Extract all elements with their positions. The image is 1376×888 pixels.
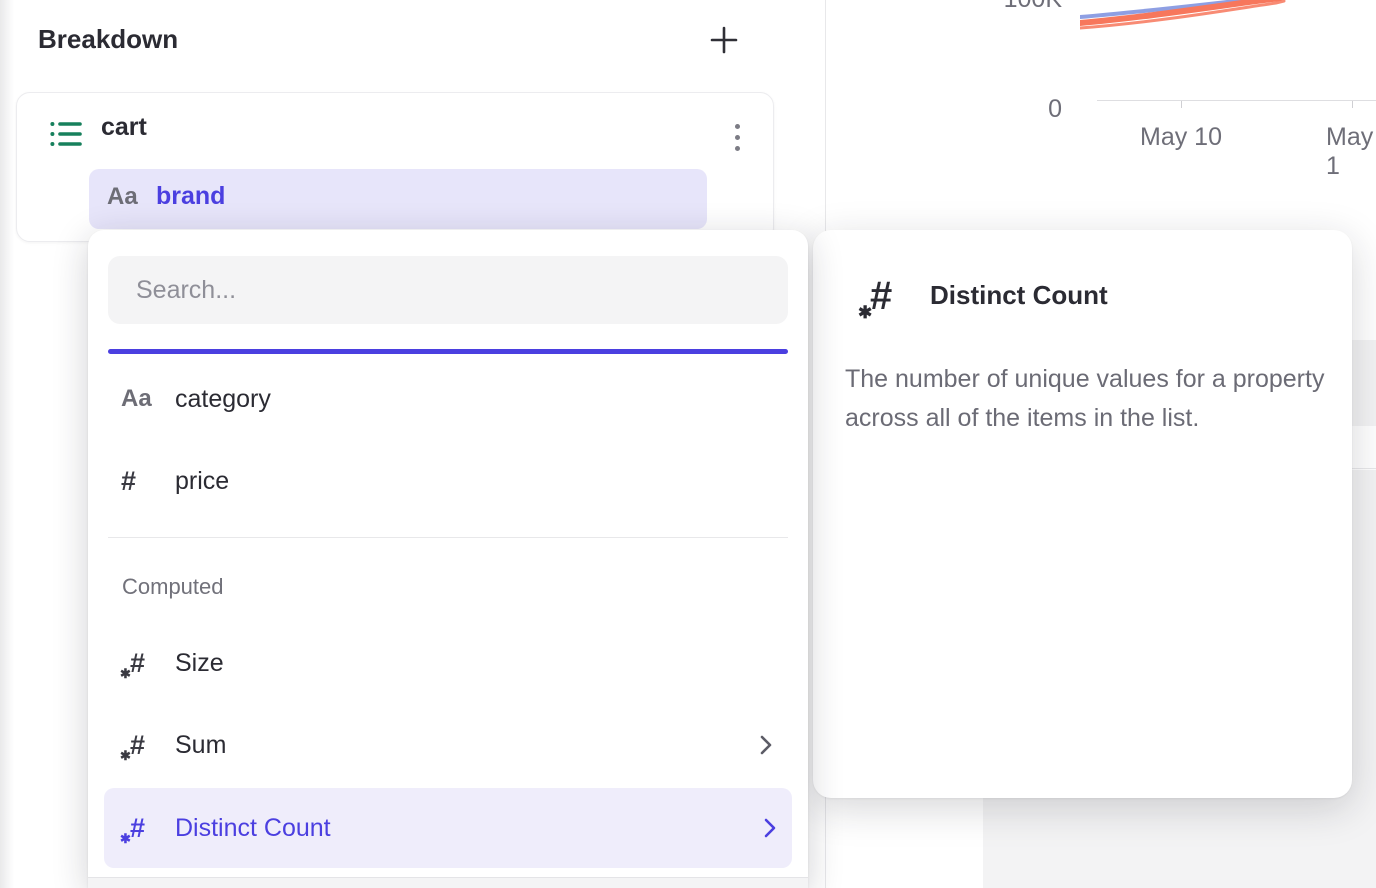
tooltip-title: Distinct Count	[930, 280, 1108, 311]
computed-numeric-icon: ✱#	[121, 730, 145, 761]
y-axis-label-100k: 100K	[1004, 0, 1062, 14]
chevron-right-icon	[762, 815, 778, 841]
dropdown-footer	[88, 877, 808, 888]
dropdown-item-sum[interactable]: ✱# Sum	[108, 715, 788, 775]
card-options-button[interactable]	[717, 115, 757, 159]
breakdown-screen: 100K 0 May 10 May 1 Breakdown	[0, 0, 1376, 888]
dropdown-item-label: Size	[175, 649, 224, 678]
list-property-icon	[49, 119, 83, 154]
selected-subproperty-label: brand	[156, 182, 225, 211]
numeric-property-icon: #	[121, 466, 136, 497]
x-axis-label-may10: May 10	[1140, 123, 1222, 152]
breakdown-property-name[interactable]: cart	[101, 113, 147, 142]
text-property-icon: Aa	[107, 183, 138, 211]
chart-series-lines	[1080, 0, 1376, 32]
x-axis-tick	[1181, 101, 1182, 108]
computed-numeric-icon: ✱#	[121, 648, 145, 679]
x-axis-tick	[1352, 101, 1353, 108]
property-tooltip: ✱# Distinct Count The number of unique v…	[813, 230, 1352, 798]
kebab-menu-icon	[735, 124, 740, 129]
dropdown-item-label: Distinct Count	[175, 814, 331, 843]
dropdown-item-distinct-count[interactable]: ✱# Distinct Count	[104, 788, 792, 868]
dropdown-item-label: Sum	[175, 731, 226, 760]
dropdown-item-label: category	[175, 385, 271, 414]
selected-item-indicator	[108, 349, 788, 354]
dropdown-item-label: price	[175, 467, 229, 496]
y-axis-label-0: 0	[1048, 95, 1062, 124]
text-property-icon: Aa	[121, 385, 152, 413]
dropdown-item-price[interactable]: # price	[108, 452, 788, 510]
selected-subproperty-row[interactable]: Aa brand	[89, 169, 707, 229]
chevron-right-icon	[758, 732, 774, 758]
dropdown-item-size[interactable]: ✱# Size	[108, 633, 788, 693]
computed-numeric-icon: ✱#	[121, 813, 145, 844]
dropdown-divider	[108, 537, 788, 538]
breakdown-card: cart Aa brand	[16, 92, 774, 242]
computed-numeric-icon: ✱#	[858, 274, 892, 319]
dropdown-item-category[interactable]: Aa category	[108, 370, 788, 428]
search-input[interactable]	[108, 256, 788, 324]
computed-section-label: Computed	[122, 574, 224, 600]
x-axis-label-may1: May 1	[1326, 123, 1376, 181]
x-axis-line	[1097, 100, 1376, 101]
tooltip-description: The number of unique values for a proper…	[845, 360, 1351, 438]
property-dropdown: Aa category # price Computed ✱# Size ✱# …	[88, 230, 808, 888]
